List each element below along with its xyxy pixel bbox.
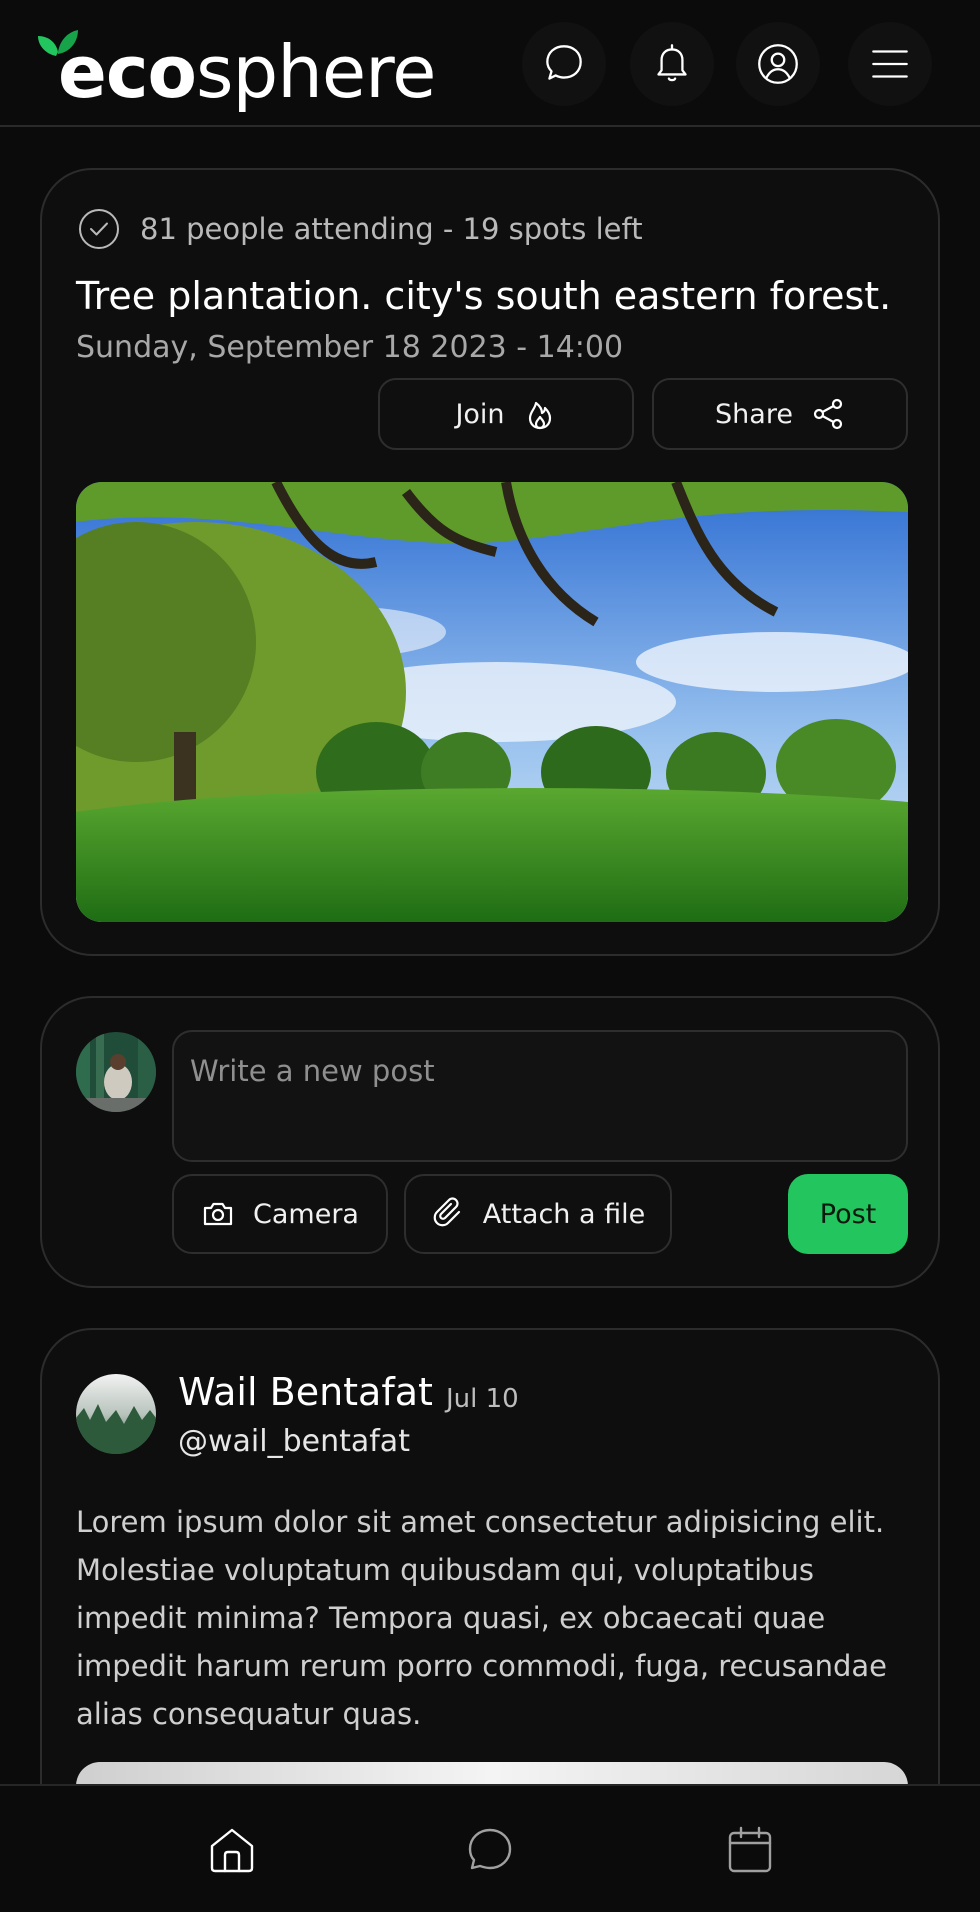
join-label: Join bbox=[455, 398, 505, 430]
join-button[interactable]: Join bbox=[378, 378, 634, 450]
attach-file-button[interactable]: Attach a file bbox=[404, 1174, 672, 1254]
flame-icon bbox=[528, 401, 551, 430]
author-avatar-photo bbox=[76, 1374, 156, 1454]
attendance-info: 81 people attending - 19 spots left bbox=[76, 206, 643, 252]
logo-text: ecosphere bbox=[58, 30, 436, 114]
event-card: 81 people attending - 19 spots left Tree… bbox=[40, 168, 940, 956]
event-title: Tree plantation. city's south eastern fo… bbox=[76, 274, 892, 318]
camera-button[interactable]: Camera bbox=[172, 1174, 388, 1254]
profile-button[interactable] bbox=[736, 22, 820, 106]
share-button[interactable]: Share bbox=[652, 378, 908, 450]
messages-button[interactable] bbox=[522, 22, 606, 106]
home-icon bbox=[210, 1828, 254, 1873]
user-circle-icon bbox=[758, 44, 798, 84]
share-label: Share bbox=[715, 398, 793, 430]
bell-icon bbox=[657, 44, 687, 82]
compose-card: Write a new post Camera Attach a file Po… bbox=[40, 996, 940, 1288]
menu-button[interactable] bbox=[848, 22, 932, 106]
paperclip-icon bbox=[433, 1197, 460, 1227]
attendance-text: 81 people attending - 19 spots left bbox=[140, 212, 643, 246]
top-header: ecosphere bbox=[0, 0, 980, 127]
leaf-icon bbox=[38, 30, 78, 56]
event-forest-image bbox=[76, 482, 908, 922]
author-avatar[interactable] bbox=[76, 1374, 156, 1454]
notifications-button[interactable] bbox=[630, 22, 714, 106]
event-datetime: Sunday, September 18 2023 - 14:00 bbox=[76, 330, 624, 365]
nav-home[interactable] bbox=[196, 1814, 268, 1886]
menu-icon bbox=[872, 50, 908, 78]
share-icon bbox=[813, 398, 843, 430]
avatar-photo bbox=[76, 1032, 156, 1112]
ecosphere-logo[interactable]: ecosphere bbox=[36, 22, 436, 114]
new-post-input[interactable]: Write a new post bbox=[172, 1030, 908, 1162]
nav-calendar[interactable] bbox=[714, 1814, 786, 1886]
post-body: Lorem ipsum dolor sit amet consectetur a… bbox=[76, 1505, 888, 1731]
attach-label: Attach a file bbox=[482, 1198, 646, 1230]
check-circle-icon bbox=[79, 209, 119, 249]
post-author-handle[interactable]: @wail_bentafat bbox=[178, 1424, 410, 1459]
post-button[interactable]: Post bbox=[788, 1174, 908, 1254]
bottom-navigation bbox=[0, 1784, 980, 1912]
nav-chat[interactable] bbox=[454, 1814, 526, 1886]
post-author-name[interactable]: Wail Bentafat bbox=[178, 1370, 433, 1414]
camera-label: Camera bbox=[253, 1198, 359, 1230]
chat-icon bbox=[468, 1828, 512, 1870]
chat-icon bbox=[546, 45, 582, 80]
calendar-icon bbox=[728, 1826, 772, 1873]
camera-icon bbox=[203, 1202, 233, 1226]
post-date: Jul 10 bbox=[446, 1384, 519, 1414]
current-user-avatar[interactable] bbox=[76, 1032, 156, 1112]
